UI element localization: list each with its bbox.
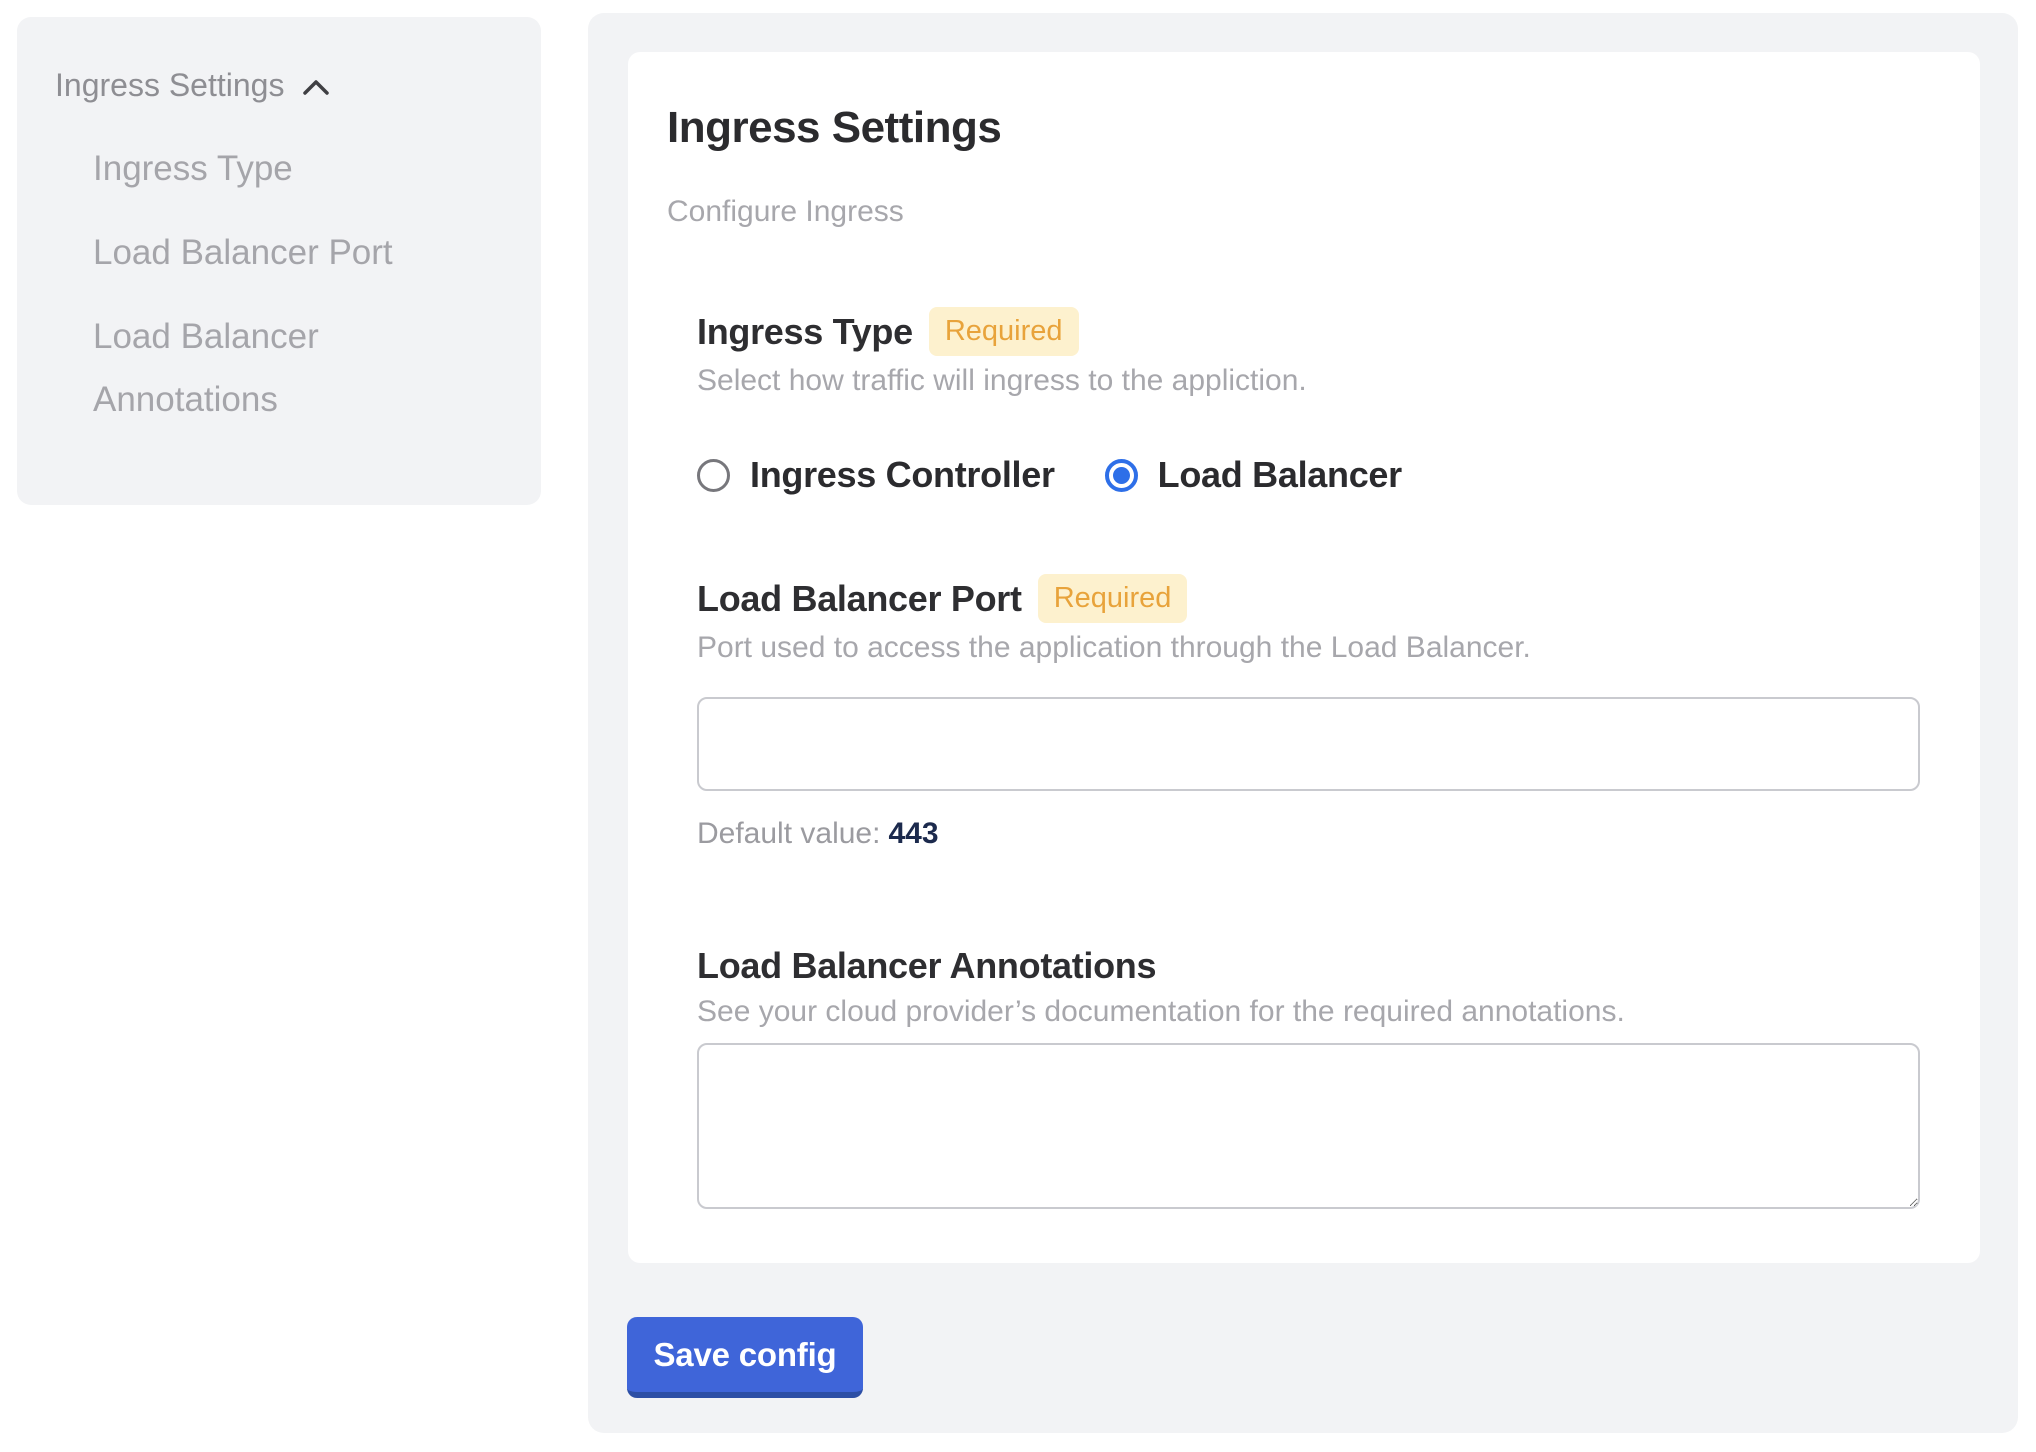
load-balancer-annotations-textarea[interactable]	[697, 1043, 1920, 1209]
field-ingress-type-head: Ingress Type Required	[697, 307, 1920, 356]
default-value-label: Default value:	[697, 817, 880, 850]
field-load-balancer-port-description: Port used to access the application thro…	[697, 631, 1920, 665]
field-load-balancer-annotations-description: See your cloud provider’s documentation …	[697, 995, 1920, 1029]
field-load-balancer-annotations-head: Load Balancer Annotations	[697, 945, 1920, 987]
form-sections: Ingress Type Required Select how traffic…	[697, 307, 1920, 1209]
sidebar-group-label: Ingress Settings	[55, 65, 284, 105]
radio-option-ingress-controller[interactable]: Ingress Controller	[697, 454, 1055, 496]
field-load-balancer-annotations: Load Balancer Annotations See your cloud…	[697, 945, 1920, 1209]
sidebar-item-load-balancer-port[interactable]: Load Balancer Port	[93, 221, 403, 284]
field-load-balancer-port-head: Load Balancer Port Required	[697, 574, 1920, 623]
radio-option-label: Ingress Controller	[750, 454, 1055, 496]
radio-checked-icon	[1105, 459, 1138, 492]
field-ingress-type-label: Ingress Type	[697, 311, 913, 353]
field-load-balancer-port: Load Balancer Port Required Port used to…	[697, 574, 1920, 851]
default-value-number: 443	[888, 817, 938, 850]
radio-dot	[1113, 467, 1130, 484]
required-badge: Required	[929, 307, 1079, 356]
chevron-up-icon	[302, 74, 330, 96]
field-load-balancer-annotations-label: Load Balancer Annotations	[697, 945, 1156, 987]
page-subtitle: Configure Ingress	[667, 195, 1920, 229]
default-value-line: Default value:443	[697, 817, 1920, 851]
sidebar-item-load-balancer-annotations[interactable]: Load Balancer Annotations	[93, 305, 403, 431]
radio-option-load-balancer[interactable]: Load Balancer	[1105, 454, 1402, 496]
sidebar-group-ingress-settings[interactable]: Ingress Settings	[55, 65, 511, 105]
ingress-settings-panel: Ingress Settings Configure Ingress Ingre…	[588, 13, 2018, 1433]
settings-sidebar: Ingress Settings Ingress Type Load Balan…	[17, 17, 541, 505]
required-badge: Required	[1038, 574, 1188, 623]
field-load-balancer-port-label: Load Balancer Port	[697, 578, 1022, 620]
radio-unchecked-icon	[697, 459, 730, 492]
field-ingress-type: Ingress Type Required Select how traffic…	[697, 307, 1920, 496]
sidebar-item-ingress-type[interactable]: Ingress Type	[93, 137, 403, 200]
page-title: Ingress Settings	[667, 103, 1920, 153]
ingress-type-radio-group: Ingress Controller Load Balancer	[697, 454, 1920, 496]
load-balancer-port-input[interactable]	[697, 697, 1920, 791]
radio-option-label: Load Balancer	[1158, 454, 1402, 496]
field-ingress-type-description: Select how traffic will ingress to the a…	[697, 364, 1920, 398]
sidebar-item-list: Ingress Type Load Balancer Port Load Bal…	[55, 137, 511, 431]
save-config-button[interactable]: Save config	[627, 1317, 863, 1398]
ingress-settings-card: Ingress Settings Configure Ingress Ingre…	[628, 52, 1980, 1263]
